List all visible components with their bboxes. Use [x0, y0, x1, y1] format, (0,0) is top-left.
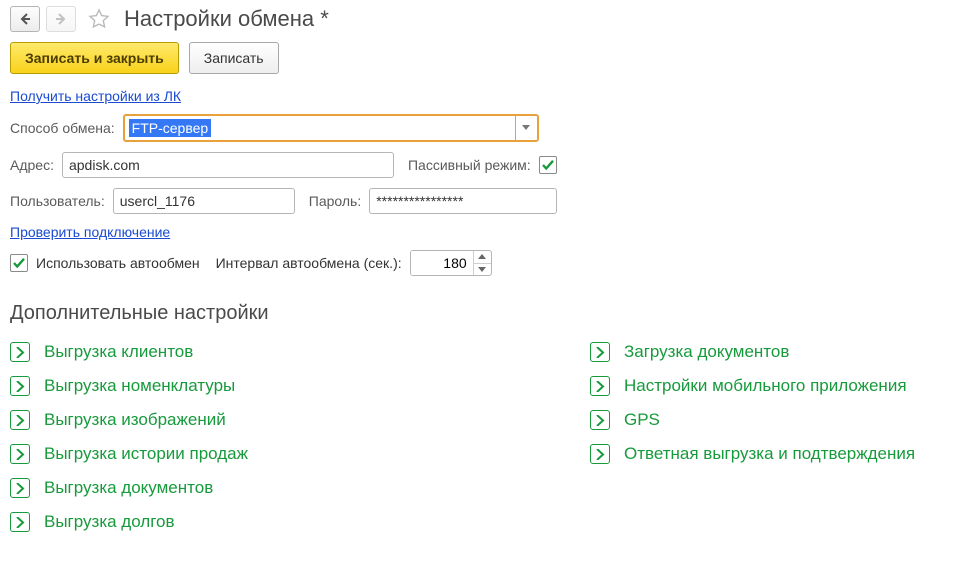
user-input[interactable]: [113, 188, 295, 214]
toolbar: Записать и закрыть Записать: [10, 42, 953, 74]
chevron-right-icon: [16, 347, 25, 358]
password-input[interactable]: [369, 188, 557, 214]
expandable-item[interactable]: Выгрузка долгов: [10, 505, 550, 539]
address-input[interactable]: [62, 152, 394, 178]
page-title: Настройки обмена *: [124, 6, 329, 32]
save-button[interactable]: Записать: [189, 42, 279, 74]
passive-mode-label: Пассивный режим:: [408, 157, 531, 173]
save-close-button[interactable]: Записать и закрыть: [10, 42, 179, 74]
exchange-method-dropdown-button[interactable]: [515, 116, 537, 140]
expandable-item[interactable]: Ответная выгрузка и подтверждения: [590, 437, 915, 471]
check-icon: [541, 158, 555, 172]
exchange-method-label: Способ обмена:: [10, 120, 115, 136]
expand-toggle[interactable]: [10, 444, 30, 464]
additional-settings-right: Загрузка документов Настройки мобильного …: [590, 335, 915, 539]
chevron-right-icon: [16, 483, 25, 494]
expandable-item[interactable]: Выгрузка документов: [10, 471, 550, 505]
additional-settings-columns: Выгрузка клиентов Выгрузка номенклатуры Вы…: [10, 335, 953, 539]
expand-toggle[interactable]: [590, 410, 610, 430]
expandable-item-label: Настройки мобильного приложения: [624, 376, 907, 396]
interval-step-down[interactable]: [474, 263, 491, 276]
get-settings-link[interactable]: Получить настройки из ЛК: [10, 88, 181, 104]
expandable-item[interactable]: Выгрузка клиентов: [10, 335, 550, 369]
exchange-method-dropdown[interactable]: FTP-сервер: [123, 114, 539, 142]
caret-down-icon: [478, 267, 486, 272]
expandable-item[interactable]: Загрузка документов: [590, 335, 915, 369]
interval-stepper-controls: [473, 251, 491, 275]
passive-mode-checkbox[interactable]: [539, 156, 557, 174]
back-button[interactable]: [10, 6, 40, 32]
password-label: Пароль:: [309, 193, 361, 209]
expand-toggle[interactable]: [10, 410, 30, 430]
additional-settings-left: Выгрузка клиентов Выгрузка номенклатуры Вы…: [10, 335, 550, 539]
expandable-item-label: Загрузка документов: [624, 342, 789, 362]
chevron-right-icon: [596, 449, 605, 460]
expandable-item[interactable]: Выгрузка изображений: [10, 403, 550, 437]
expand-toggle[interactable]: [590, 376, 610, 396]
chevron-right-icon: [16, 517, 25, 528]
interval-input[interactable]: [411, 251, 473, 275]
interval-step-up[interactable]: [474, 251, 491, 263]
expand-toggle[interactable]: [10, 512, 30, 532]
exchange-method-value-wrap: FTP-сервер: [125, 116, 515, 140]
auto-exchange-checkbox[interactable]: [10, 254, 28, 272]
expandable-item-label: Выгрузка изображений: [44, 410, 226, 430]
address-label: Адрес:: [10, 157, 54, 173]
expandable-item-label: GPS: [624, 410, 660, 430]
expandable-item-label: Выгрузка клиентов: [44, 342, 193, 362]
expandable-item-label: Выгрузка документов: [44, 478, 213, 498]
forward-button: [46, 6, 76, 32]
chevron-right-icon: [596, 347, 605, 358]
expandable-item[interactable]: Настройки мобильного приложения: [590, 369, 915, 403]
expand-toggle[interactable]: [10, 478, 30, 498]
expandable-item[interactable]: Выгрузка истории продаж: [10, 437, 550, 471]
chevron-right-icon: [596, 415, 605, 426]
favorite-button[interactable]: [86, 6, 112, 32]
expandable-item-label: Выгрузка номенклатуры: [44, 376, 235, 396]
user-label: Пользователь:: [10, 193, 105, 209]
expandable-item[interactable]: GPS: [590, 403, 915, 437]
chevron-right-icon: [596, 381, 605, 392]
check-connection-link[interactable]: Проверить подключение: [10, 224, 170, 240]
chevron-right-icon: [16, 449, 25, 460]
chevron-down-icon: [522, 125, 530, 131]
star-icon: [88, 8, 110, 30]
chevron-right-icon: [16, 381, 25, 392]
expandable-item-label: Выгрузка долгов: [44, 512, 175, 532]
expand-toggle[interactable]: [10, 376, 30, 396]
expand-toggle[interactable]: [590, 444, 610, 464]
interval-stepper[interactable]: [410, 250, 492, 276]
expandable-item-label: Выгрузка истории продаж: [44, 444, 248, 464]
auto-exchange-label: Использовать автообмен: [36, 255, 200, 271]
header-bar: Настройки обмена *: [10, 6, 953, 32]
chevron-right-icon: [16, 415, 25, 426]
expand-toggle[interactable]: [10, 342, 30, 362]
additional-settings-header: Дополнительные настройки: [10, 302, 953, 325]
expandable-item-label: Ответная выгрузка и подтверждения: [624, 444, 915, 464]
exchange-method-value: FTP-сервер: [129, 119, 212, 137]
arrow-left-icon: [18, 12, 32, 26]
check-icon: [12, 256, 26, 270]
caret-up-icon: [478, 254, 486, 259]
auto-exchange-interval-label: Интервал автообмена (сек.):: [216, 255, 402, 271]
expand-toggle[interactable]: [590, 342, 610, 362]
arrow-right-icon: [54, 12, 68, 26]
expandable-item[interactable]: Выгрузка номенклатуры: [10, 369, 550, 403]
